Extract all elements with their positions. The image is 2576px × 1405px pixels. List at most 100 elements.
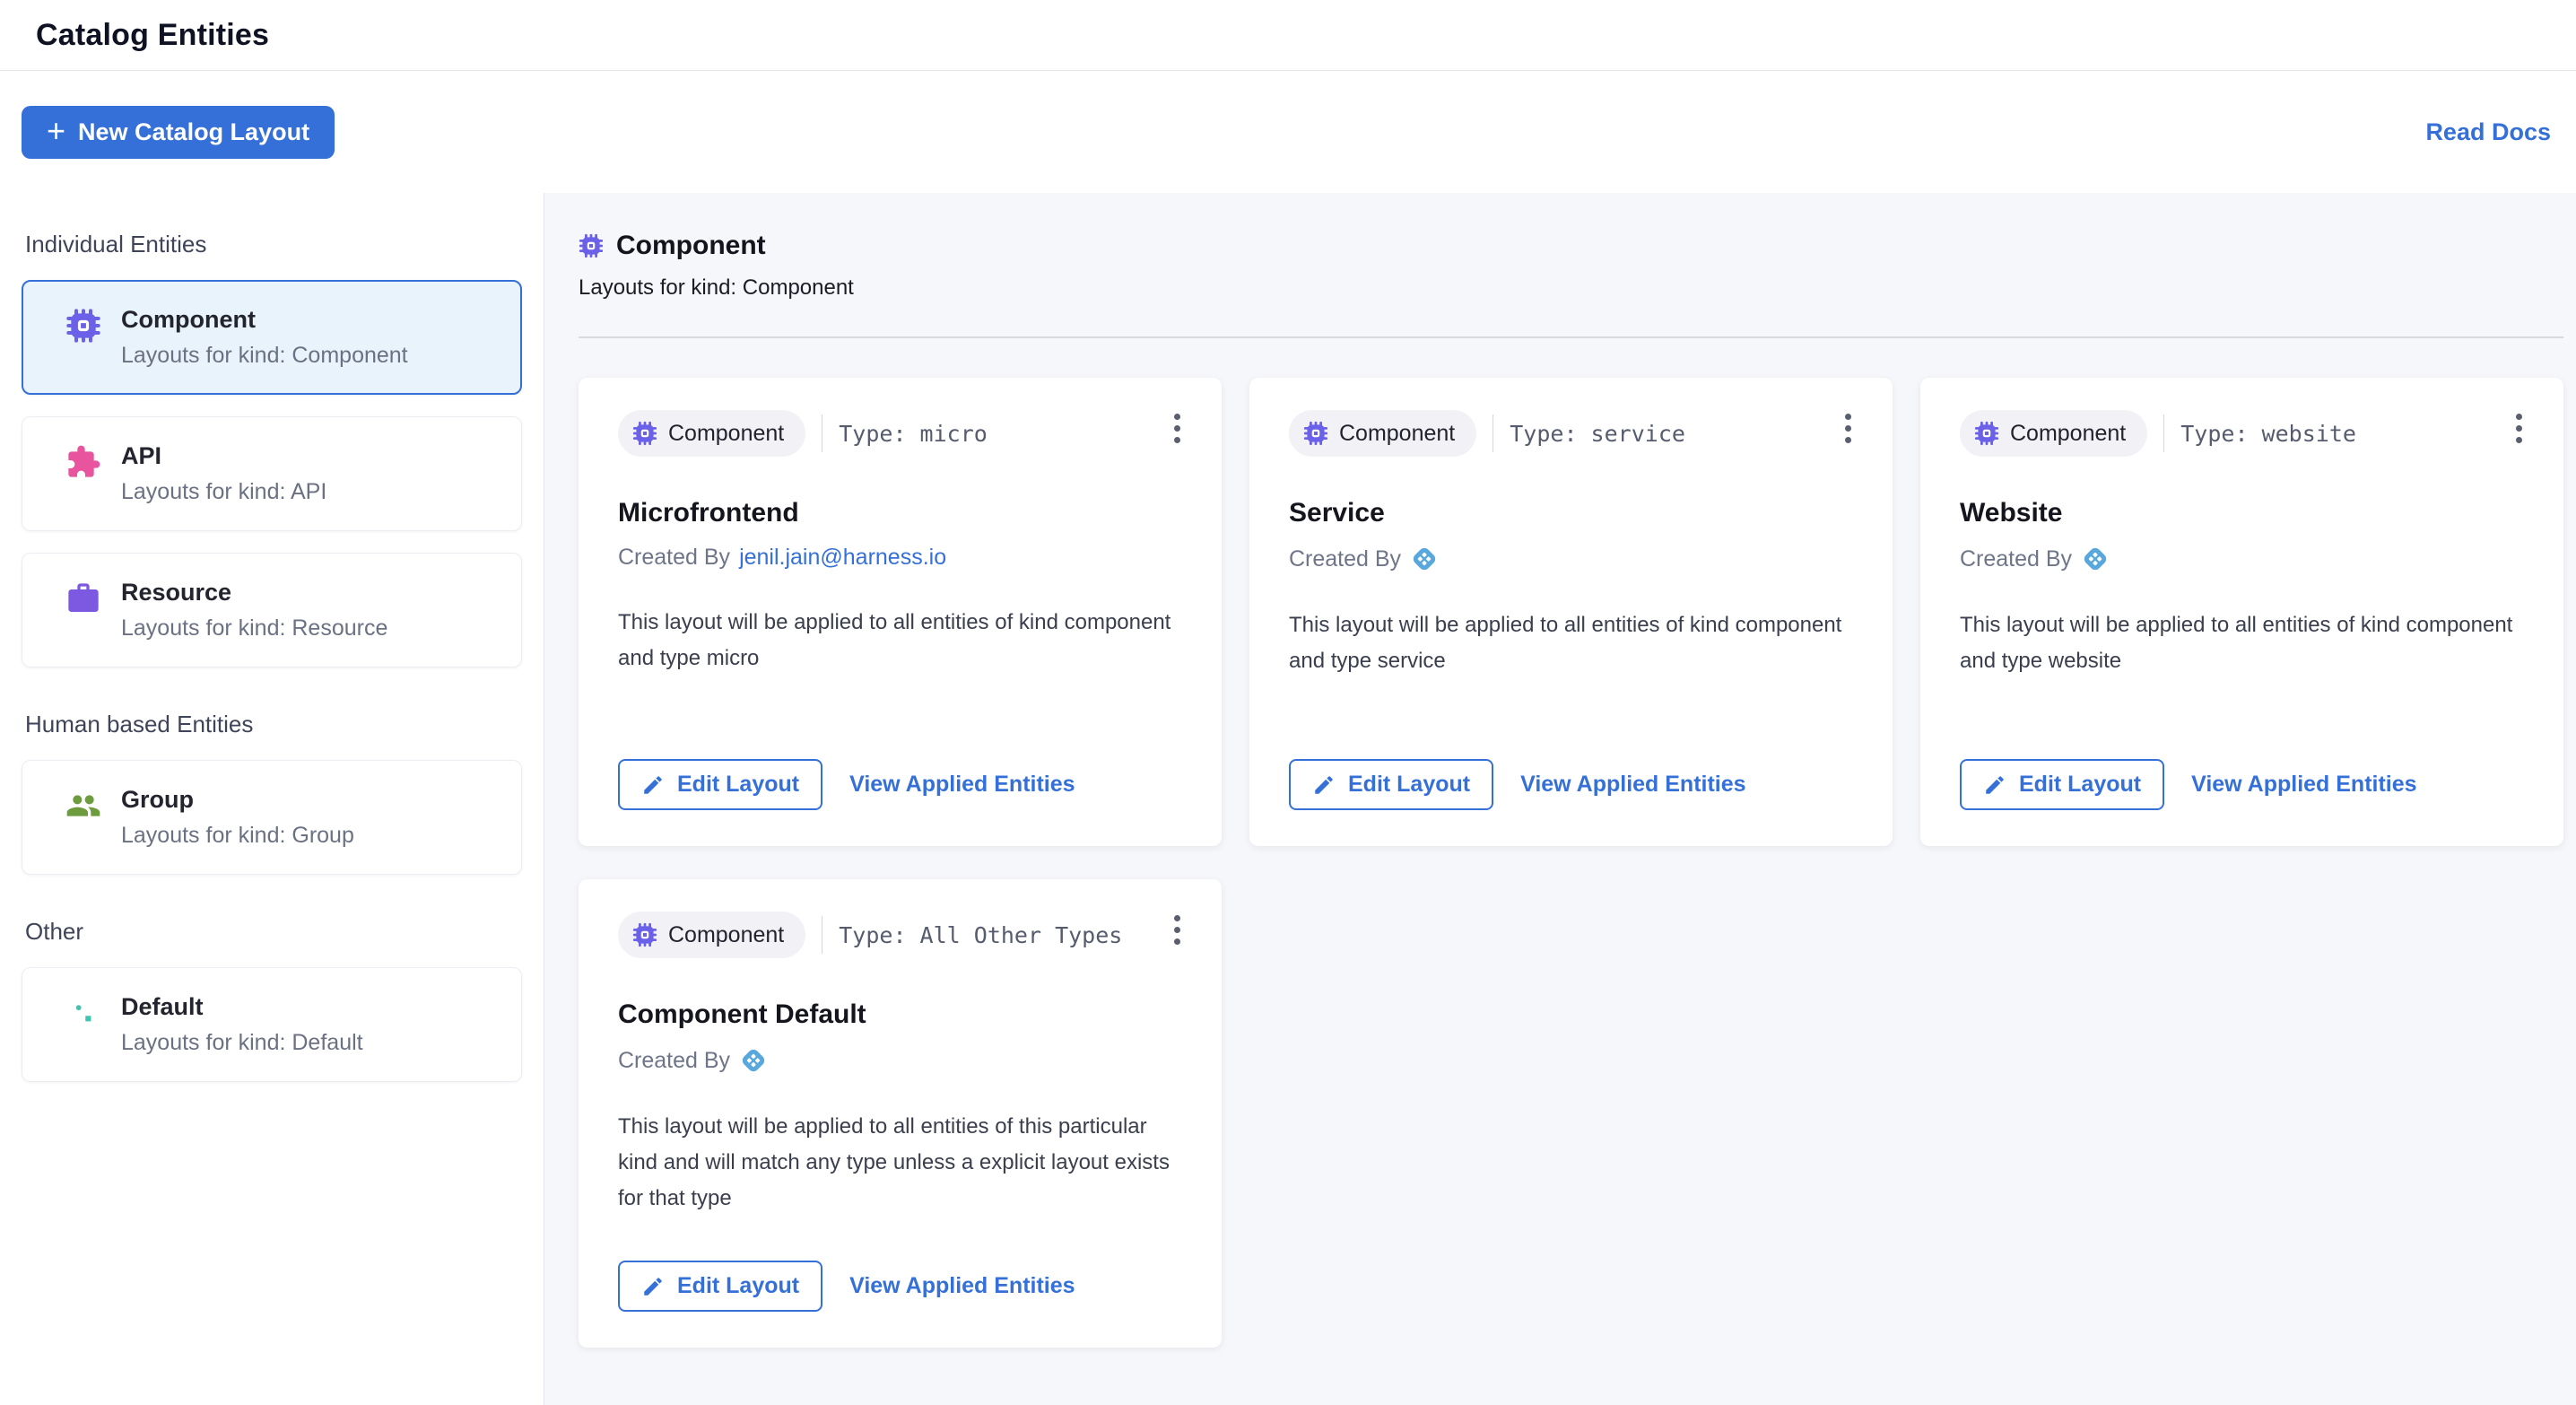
edit-layout-button[interactable]: Edit Layout	[618, 759, 822, 810]
view-applied-entities-link[interactable]: View Applied Entities	[1520, 772, 1745, 798]
layout-card: Component Type: service Service Created …	[1249, 378, 1893, 846]
edit-layout-label: Edit Layout	[677, 772, 799, 798]
created-by-row: Created By	[618, 1046, 1182, 1075]
briefcase-icon	[65, 580, 101, 616]
card-actions: Edit Layout View Applied Entities	[618, 732, 1182, 810]
page-header: Catalog Entities	[0, 0, 2576, 71]
view-applied-entities-link[interactable]: View Applied Entities	[849, 1273, 1075, 1299]
new-catalog-layout-button[interactable]: + New Catalog Layout	[22, 106, 335, 159]
created-by-label: Created By	[618, 545, 730, 571]
sidebar-item-default[interactable]: Default Layouts for kind: Default	[22, 967, 522, 1082]
harness-logo-icon	[2081, 545, 2110, 573]
main-heading: Component	[616, 231, 766, 261]
harness-logo-icon	[1410, 545, 1439, 573]
edit-layout-button[interactable]: Edit Layout	[1960, 759, 2164, 810]
card-description: This layout will be applied to all entit…	[1960, 607, 2524, 679]
sidebar-section-items: Default Layouts for kind: Default	[22, 967, 522, 1082]
edit-layout-button[interactable]: Edit Layout	[1289, 759, 1493, 810]
vertical-divider	[2163, 415, 2164, 452]
sidebar-item-name: API	[121, 442, 326, 470]
kind-badge-label: Component	[668, 922, 784, 948]
card-title: Website	[1960, 498, 2524, 528]
edit-layout-label: Edit Layout	[2019, 772, 2141, 798]
puzzle-icon	[65, 444, 101, 480]
main-heading-row: Component	[579, 231, 2563, 261]
type-label: Type: micro	[839, 421, 988, 447]
card-header: Component Type: website	[1960, 410, 2524, 457]
kind-badge-label: Component	[1339, 421, 1455, 447]
card-description: This layout will be applied to all entit…	[1289, 607, 1853, 679]
edit-layout-label: Edit Layout	[677, 1273, 799, 1299]
created-by-row: Created By	[1289, 545, 1853, 573]
layout-card: Component Type: micro Microfrontend Crea…	[579, 378, 1222, 846]
sidebar-item-component[interactable]: Component Layouts for kind: Component	[22, 280, 522, 395]
pencil-icon	[1312, 773, 1336, 797]
sidebar-item-name: Resource	[121, 579, 387, 607]
kebab-menu-icon[interactable]	[2511, 408, 2528, 449]
sidebar-item-api[interactable]: API Layouts for kind: API	[22, 416, 522, 531]
sidebar-sections: Individual Entities Component Layouts fo…	[22, 231, 522, 1082]
edit-layout-button[interactable]: Edit Layout	[618, 1261, 822, 1312]
toolbar: + New Catalog Layout Read Docs	[0, 71, 2576, 193]
created-by-label: Created By	[618, 1048, 730, 1074]
type-label: Type: service	[1510, 421, 1685, 447]
sidebar-item-resource[interactable]: Resource Layouts for kind: Resource	[22, 553, 522, 668]
card-title: Microfrontend	[618, 498, 1182, 528]
created-by-row: Created By	[1960, 545, 2524, 573]
sidebar-item-description: Layouts for kind: API	[121, 479, 326, 505]
card-title: Component Default	[618, 999, 1182, 1030]
sidebar-item-description: Layouts for kind: Default	[121, 1030, 363, 1056]
card-header: Component Type: micro	[618, 410, 1182, 457]
sidebar-section: Other Default Layouts for kind: Default	[22, 918, 522, 1082]
kind-badge: Component	[618, 912, 805, 958]
sidebar-item-name: Default	[121, 993, 363, 1021]
created-by-label: Created By	[1960, 546, 2072, 572]
chip-icon	[1974, 421, 1999, 446]
chip-icon	[579, 233, 604, 258]
sidebar-item-name: Component	[121, 306, 408, 334]
layout-card: Component Type: All Other Types Componen…	[579, 879, 1222, 1348]
sidebar-section-label: Human based Entities	[25, 711, 522, 738]
doc-arrow-icon	[2382, 116, 2415, 148]
sidebar-section-label: Other	[25, 918, 522, 946]
pencil-icon	[641, 773, 665, 797]
chip-icon	[1303, 421, 1328, 446]
main-panel: Component Layouts for kind: Component Co…	[544, 193, 2576, 1405]
kind-badge-label: Component	[2010, 421, 2126, 447]
harness-logo-icon	[739, 1046, 768, 1075]
sidebar-item-description: Layouts for kind: Resource	[121, 615, 387, 641]
kind-badge: Component	[1960, 410, 2147, 457]
card-description: This layout will be applied to all entit…	[618, 1109, 1182, 1217]
card-header: Component Type: All Other Types	[618, 912, 1182, 958]
view-applied-entities-link[interactable]: View Applied Entities	[849, 772, 1075, 798]
plus-icon: +	[47, 115, 65, 147]
view-applied-entities-link[interactable]: View Applied Entities	[2191, 772, 2416, 798]
sidebar-item-description: Layouts for kind: Component	[121, 343, 408, 369]
divider	[579, 336, 2563, 338]
card-description: This layout will be applied to all entit…	[618, 605, 1182, 676]
sidebar-section-items: Component Layouts for kind: Component AP…	[22, 280, 522, 668]
kind-badge: Component	[1289, 410, 1476, 457]
pencil-icon	[1983, 773, 2006, 797]
new-catalog-layout-label: New Catalog Layout	[78, 118, 309, 146]
main-subheading: Layouts for kind: Component	[579, 275, 2563, 301]
layout-card: Component Type: website Website Created …	[1920, 378, 2563, 846]
kind-badge-label: Component	[668, 421, 784, 447]
kebab-menu-icon[interactable]	[1840, 408, 1857, 449]
pencil-icon	[641, 1275, 665, 1298]
read-docs-link[interactable]: Read Docs	[2382, 116, 2551, 148]
kind-badge: Component	[618, 410, 805, 457]
read-docs-label: Read Docs	[2425, 118, 2551, 146]
kebab-menu-icon[interactable]	[1169, 910, 1186, 950]
created-by-user-link[interactable]: jenil.jain@harness.io	[739, 545, 946, 571]
card-actions: Edit Layout View Applied Entities	[1289, 732, 1853, 810]
created-by-label: Created By	[1289, 546, 1401, 572]
chip-icon	[632, 922, 657, 947]
sidebar-section-label: Individual Entities	[25, 231, 522, 258]
card-actions: Edit Layout View Applied Entities	[618, 1234, 1182, 1312]
people-icon	[65, 788, 101, 824]
chip-icon	[65, 308, 101, 344]
kebab-menu-icon[interactable]	[1169, 408, 1186, 449]
card-grid: Component Type: micro Microfrontend Crea…	[579, 378, 2563, 1348]
sidebar-item-group[interactable]: Group Layouts for kind: Group	[22, 760, 522, 875]
